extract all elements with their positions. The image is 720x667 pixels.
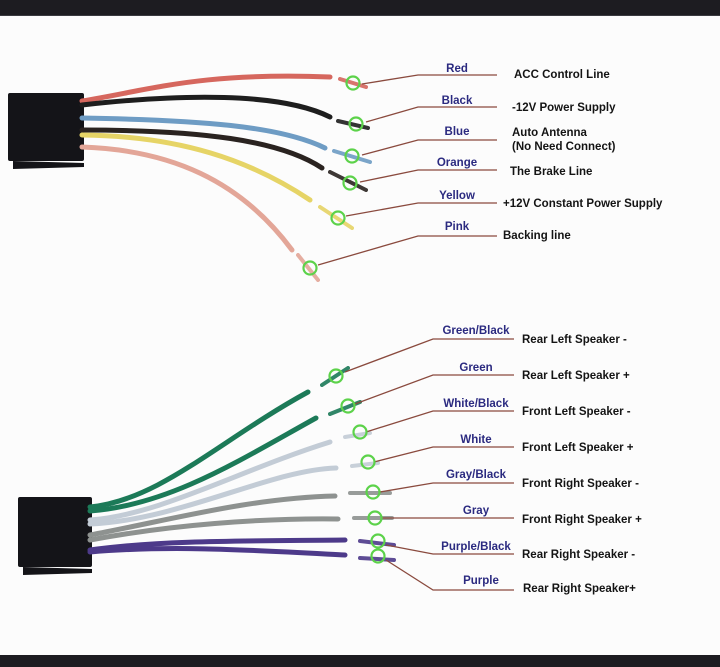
wire-color-label: Orange [436, 157, 478, 169]
connector-latch [13, 161, 84, 169]
connector-body [8, 93, 84, 161]
function-line-2: (No Need Connect) [512, 141, 616, 153]
wire-function-label: +12V Constant Power Supply [503, 198, 663, 210]
wire-color-label: Green/Black [442, 325, 510, 337]
connector-latch [23, 567, 92, 575]
wire-function-label: Front Right Speaker + [522, 514, 642, 526]
leader-line [359, 169, 497, 183]
wire-terminal [358, 539, 396, 547]
wire-terminal [296, 253, 320, 282]
wire-terminal [332, 149, 372, 164]
wire-color-label: Blue [444, 126, 470, 138]
wire-function-label: Rear Right Speaker+ [523, 583, 636, 595]
power-connector-group [8, 73, 497, 282]
wire-color-label: Yellow [439, 190, 475, 202]
leader-line [365, 410, 514, 433]
leader-line [317, 235, 497, 266]
wire-color-label: White/Black [443, 398, 509, 410]
wire-color-label: Purple/Black [441, 541, 511, 553]
wire-function-label: Front Left Speaker - [522, 406, 631, 418]
wire-function-label: The Brake Line [510, 166, 593, 178]
wire-color-label: White [460, 434, 492, 446]
wire-color-label: Green [459, 362, 493, 374]
wire-function-label: ACC Control Line [514, 69, 610, 81]
leader-line [373, 446, 514, 463]
leader-line [345, 202, 497, 217]
wire-insulation [87, 546, 348, 558]
leader-line [365, 106, 497, 123]
wire-terminal [338, 77, 368, 89]
wire-terminal [328, 170, 368, 192]
leader-line [379, 482, 514, 493]
leader-line [361, 74, 497, 85]
function-line-1: Auto Antenna [512, 127, 587, 139]
wire-color-label: Gray [462, 505, 490, 517]
wire-function-label: Rear Left Speaker - [522, 334, 627, 346]
speaker-connector-group [18, 338, 514, 591]
wire-function-label: Rear Left Speaker + [522, 370, 630, 382]
wire-insulation [79, 132, 313, 203]
wire-color-label: Purple [463, 575, 499, 587]
wire-function-label: Front Left Speaker + [522, 442, 634, 454]
wire-color-label: Gray/Black [445, 469, 507, 481]
wire-color-label: Black [441, 95, 473, 107]
leader-line [361, 139, 497, 156]
wire-function-label: Rear Right Speaker - [522, 549, 636, 561]
wire-insulation [79, 94, 333, 120]
bottom-bar [0, 655, 720, 667]
wire-color-label: Pink [444, 221, 470, 233]
wire-color-label: Red [446, 63, 468, 75]
wire-function-label: -12V Power Supply [512, 102, 616, 114]
wire-function-label: Front Right Speaker - [522, 478, 639, 490]
wire-function-label: Auto Antenna (No Need Connect) [512, 126, 616, 154]
wire-terminal [358, 556, 396, 562]
connector-body [18, 497, 92, 567]
wire-function-label: Backing line [503, 230, 571, 242]
wire-insulation [79, 144, 295, 253]
